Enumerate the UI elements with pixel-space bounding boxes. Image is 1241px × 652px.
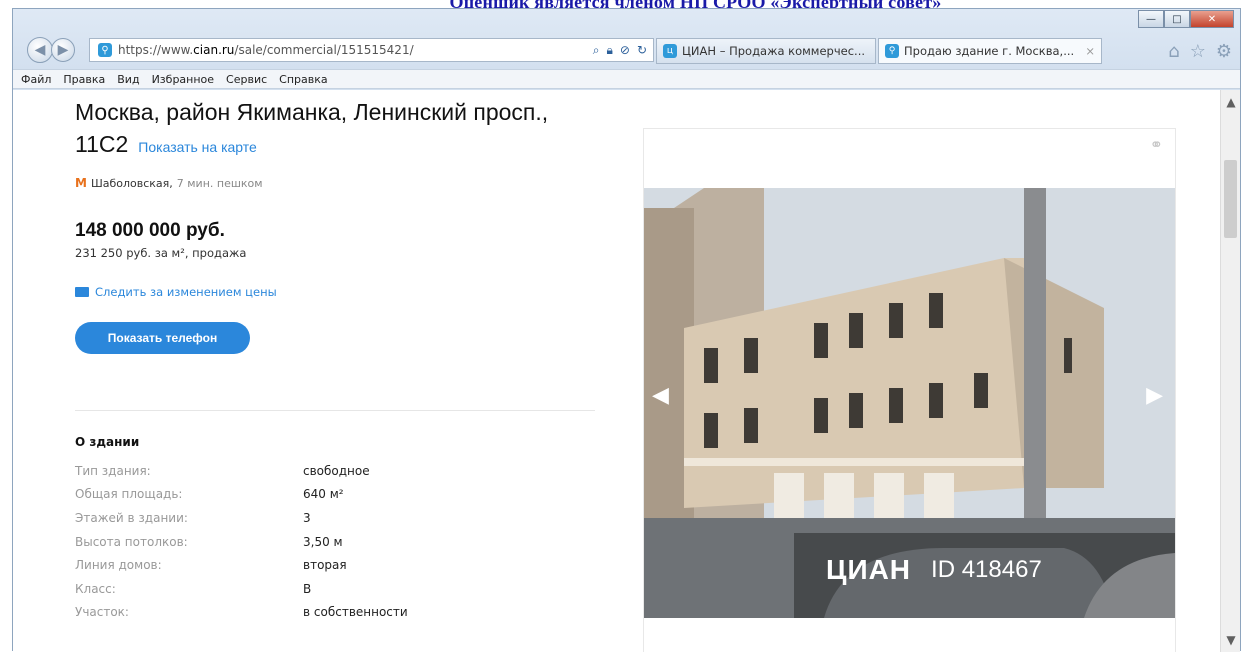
- home-icon[interactable]: ⌂: [1168, 41, 1179, 62]
- spec-label: Линия домов:: [75, 558, 162, 573]
- spec-row: Линия домов: вторая: [75, 553, 575, 577]
- forward-arrow-icon[interactable]: ▶: [51, 38, 75, 62]
- spec-row: Участок: в собственности: [75, 601, 575, 625]
- listing-price: 148 000 000 руб.: [75, 220, 225, 241]
- spec-value: вторая: [303, 558, 347, 573]
- metro-info: М Шаболовская, 7 мин. пешком: [75, 176, 263, 190]
- refresh-icon[interactable]: ↻: [637, 43, 647, 58]
- url-prefix: https://www.: [118, 43, 194, 57]
- address-tools: ⌕ 🔒︎ ⊘ ↻: [593, 43, 653, 58]
- menu-item-help[interactable]: Справка: [279, 73, 327, 86]
- spec-label: Класс:: [75, 581, 116, 596]
- prev-photo-arrow-icon[interactable]: ◀: [652, 383, 669, 408]
- close-tab-icon[interactable]: ×: [1079, 44, 1095, 58]
- vertical-scrollbar[interactable]: ▲ ▼: [1220, 90, 1240, 652]
- next-photo-arrow-icon[interactable]: ▶: [1146, 383, 1163, 408]
- spec-row: Этажей в здании: 3: [75, 506, 575, 530]
- gear-icon[interactable]: ⚙: [1216, 41, 1232, 62]
- minimize-button[interactable]: —: [1138, 10, 1164, 28]
- divider: [75, 410, 595, 411]
- listing-photo[interactable]: ◀ ▶ ЦИАН ID 418467: [644, 188, 1175, 618]
- lock-icon[interactable]: 🔒︎: [606, 43, 612, 58]
- window-controls: — □ ✕: [1138, 10, 1234, 28]
- metro-station[interactable]: Шаболовская,: [91, 177, 173, 190]
- follow-price-link[interactable]: Следить за изменением цены: [75, 285, 277, 299]
- photo-watermark: ЦИАН ID 418467: [826, 554, 1042, 586]
- spec-label: Высота потолков:: [75, 534, 188, 549]
- spec-value: 640 м²: [303, 487, 344, 502]
- spec-value: 3: [303, 510, 311, 525]
- tab-label: Продаю здание г. Москва,...: [904, 44, 1075, 58]
- menu-item-edit[interactable]: Правка: [63, 73, 105, 86]
- block-icon[interactable]: ⊘: [620, 43, 630, 58]
- maximize-button[interactable]: □: [1164, 10, 1190, 28]
- scroll-thumb[interactable]: [1224, 160, 1237, 238]
- price-per-meter: 231 250 руб. за м², продажа: [75, 246, 247, 260]
- listing-address: Москва, район Якиманка, Ленинский просп.…: [75, 96, 555, 163]
- tab-listing[interactable]: ⚲ Продаю здание г. Москва,... ×: [878, 38, 1102, 64]
- spec-value: B: [303, 581, 312, 596]
- tab-favicon-icon: ц: [663, 44, 677, 58]
- back-arrow-icon[interactable]: ◀: [27, 37, 53, 63]
- menu-item-file[interactable]: Файл: [21, 73, 51, 86]
- watermark-logo: ЦИАН: [826, 554, 912, 585]
- browser-right-icons: ⌂ ☆ ⚙: [1168, 41, 1232, 62]
- watermark-id: ID 418467: [931, 556, 1042, 583]
- spec-label: Тип здания:: [75, 463, 151, 478]
- metro-icon: М: [75, 176, 87, 190]
- address-url: https://www.cian.ru/sale/commercial/1515…: [118, 43, 414, 57]
- metro-walk-time: 7 мин. пешком: [176, 176, 263, 190]
- tab-cian[interactable]: ц ЦИАН – Продажа коммерчес...: [656, 38, 876, 64]
- spec-row: Высота потолков: 3,50 м: [75, 530, 575, 554]
- follow-price-label: Следить за изменением цены: [95, 285, 277, 299]
- site-favicon-icon: ⚲: [98, 43, 112, 57]
- spec-row: Класс: B: [75, 577, 575, 601]
- tab-favicon-icon: ⚲: [885, 44, 899, 58]
- show-phone-button[interactable]: Показать телефон: [75, 322, 250, 354]
- address-bar[interactable]: ⚲ https://www.cian.ru/sale/commercial/15…: [89, 38, 654, 62]
- spec-label: Общая площадь:: [75, 487, 183, 502]
- photo-card: ⚭ ◀ ▶ ЦИАН ID 418467: [643, 128, 1176, 652]
- building-specs: Тип здания: свободное Общая площадь: 640…: [75, 459, 575, 624]
- scroll-down-icon[interactable]: ▼: [1221, 630, 1241, 650]
- spec-row: Общая площадь: 640 м²: [75, 483, 575, 507]
- url-path: /sale/commercial/151515421/: [234, 43, 414, 57]
- search-icon[interactable]: ⌕: [593, 43, 600, 58]
- spec-value: свободное: [303, 463, 370, 478]
- tab-label: ЦИАН – Продажа коммерчес...: [682, 44, 866, 58]
- spec-value: 3,50 м: [303, 534, 343, 549]
- favorites-star-icon[interactable]: ☆: [1190, 41, 1206, 62]
- menu-item-tools[interactable]: Сервис: [226, 73, 267, 86]
- listing-info: Москва, район Якиманка, Ленинский просп.…: [75, 90, 615, 652]
- spec-label: Этажей в здании:: [75, 510, 188, 525]
- scroll-up-icon[interactable]: ▲: [1221, 92, 1241, 112]
- spec-value: в собственности: [303, 605, 408, 620]
- navigation-bar: ◀ ▶ ⚲ https://www.cian.ru/sale/commercia…: [13, 29, 1240, 69]
- building-section-title: О здании: [75, 435, 140, 449]
- url-domain: cian.ru: [193, 43, 235, 57]
- menu-item-view[interactable]: Вид: [117, 73, 139, 86]
- mail-icon: [75, 287, 89, 297]
- menu-bar: Файл Правка Вид Избранное Сервис Справка: [13, 69, 1240, 89]
- spec-row: Тип здания: свободное: [75, 459, 575, 483]
- page-viewport: Москва, район Якиманка, Ленинский просп.…: [13, 90, 1221, 652]
- show-on-map-link[interactable]: Показать на карте: [138, 139, 257, 155]
- menu-item-favorites[interactable]: Избранное: [152, 73, 214, 86]
- browser-window: — □ ✕ ◀ ▶ ⚲ https://www.cian.ru/sale/com…: [12, 8, 1241, 652]
- close-button[interactable]: ✕: [1190, 10, 1234, 28]
- spec-label: Участок:: [75, 605, 129, 620]
- share-icon[interactable]: ⚭: [1150, 135, 1163, 154]
